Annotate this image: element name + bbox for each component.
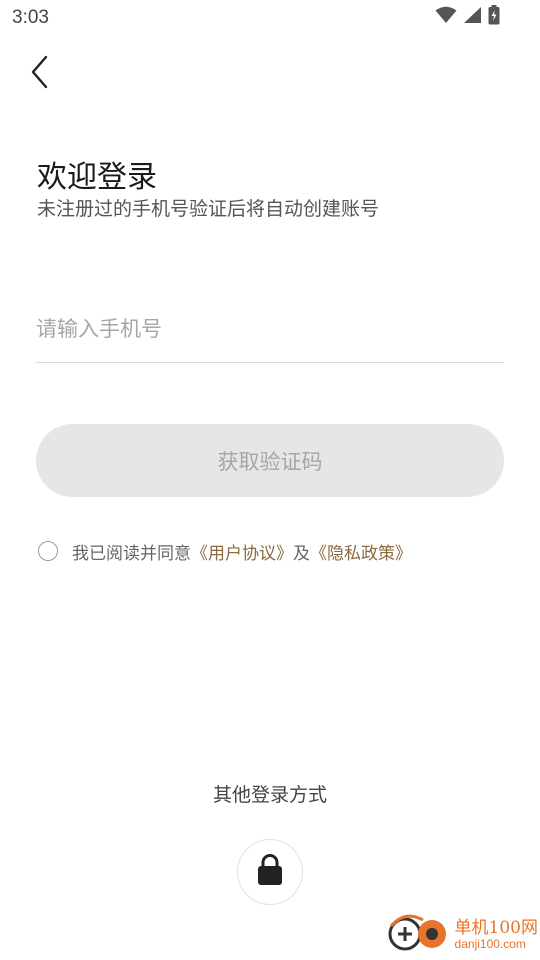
agreement-prefix: 我已阅读并同意: [72, 543, 191, 564]
phone-input[interactable]: [36, 308, 504, 350]
agreement-conjunction: 及: [293, 543, 310, 564]
user-agreement-link[interactable]: 《用户协议》: [191, 539, 293, 564]
page-subtitle: 未注册过的手机号验证后将自动创建账号: [37, 198, 380, 220]
lock-login-button[interactable]: [237, 839, 303, 905]
watermark: 单机100网 danji100.com: [387, 912, 538, 958]
privacy-policy-link[interactable]: 《隐私政策》: [310, 539, 412, 564]
lock-icon: [256, 853, 284, 891]
watermark-logo-icon: [387, 912, 449, 958]
status-time: 3:03: [12, 7, 49, 28]
page-title: 欢迎登录: [37, 160, 157, 195]
battery-charging-icon: [488, 5, 500, 29]
wifi-icon: [435, 6, 457, 28]
other-login-label: 其他登录方式: [212, 784, 327, 806]
watermark-url: danji100.com: [454, 936, 526, 951]
get-code-button[interactable]: 获取验证码: [36, 424, 504, 497]
watermark-text: 单机100网 danji100.com: [454, 917, 538, 951]
agree-checkbox[interactable]: [38, 541, 58, 561]
status-bar: 3:03: [0, 0, 540, 36]
cellular-signal-icon: [463, 6, 482, 28]
watermark-title: 单机100网: [454, 917, 538, 938]
agreement-row: 我已阅读并同意 《用户协议》 及 《隐私政策》: [38, 536, 412, 566]
phone-field: [36, 300, 504, 363]
back-arrow-icon: [30, 55, 50, 93]
status-icons: [435, 5, 500, 29]
back-button[interactable]: [18, 52, 62, 96]
